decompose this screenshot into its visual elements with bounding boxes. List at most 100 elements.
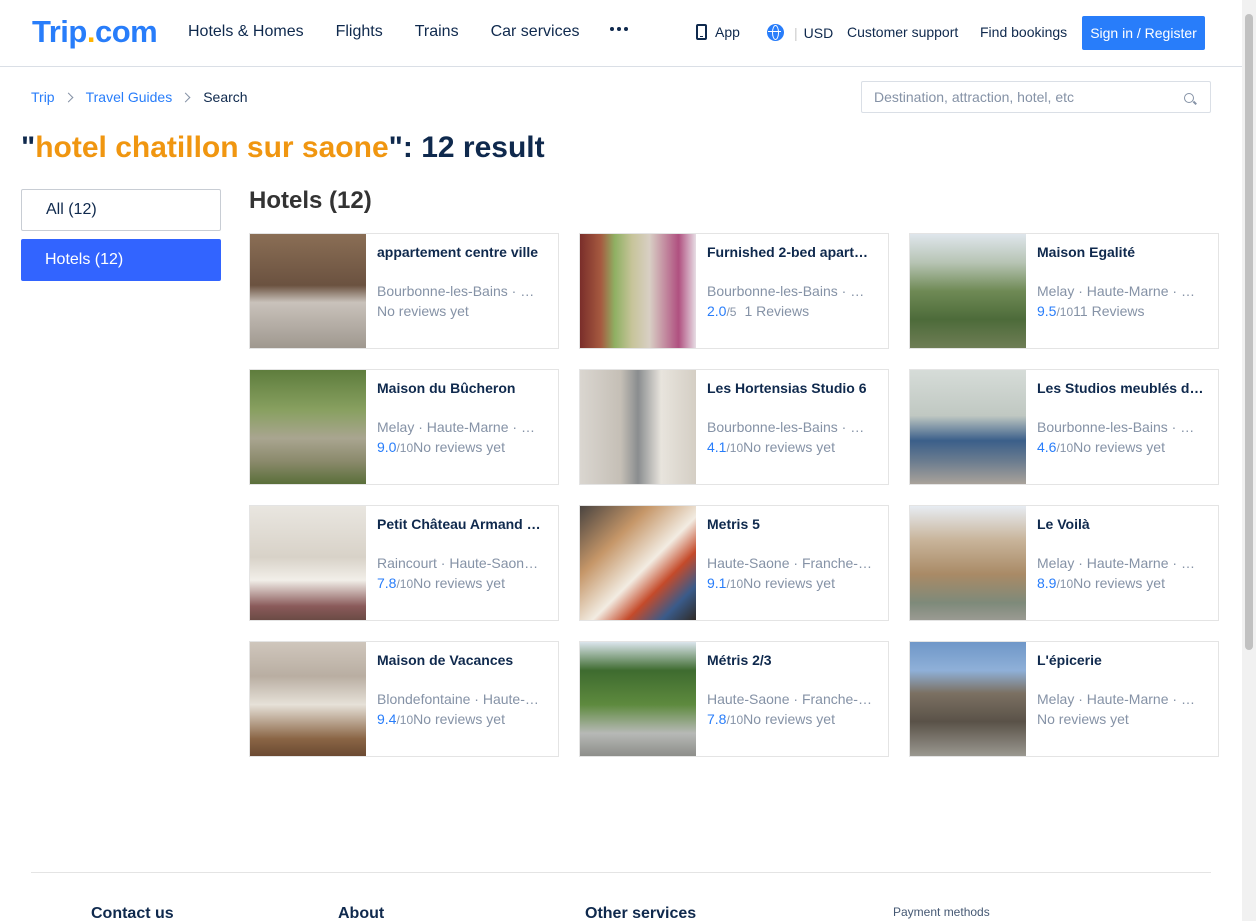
footer-other-services[interactable]: Other services: [585, 905, 696, 921]
hotel-location: Melay · Haute-Marne · Champagne: [1037, 555, 1204, 571]
hotel-card[interactable]: Furnished 2-bed apartment Bourbonne-les-B…: [579, 233, 889, 349]
rating-max: /10: [1056, 441, 1074, 455]
hotel-name[interactable]: Maison Egalité: [1037, 244, 1204, 262]
hotel-card[interactable]: Le Voilà Melay · Haute-Marne · Champagne 8…: [909, 505, 1219, 621]
globe-icon: [767, 24, 784, 41]
sign-in-register-button[interactable]: Sign in / Register: [1082, 16, 1205, 50]
hotel-rating: 9.5/1011 Reviews: [1037, 303, 1204, 319]
breadcrumb-trip[interactable]: Trip: [31, 89, 55, 105]
hotel-photo[interactable]: [250, 642, 366, 756]
breadcrumb: Trip Travel Guides Search: [31, 89, 248, 105]
hotel-card-body: Le Voilà Melay · Haute-Marne · Champagne 8…: [1026, 506, 1218, 620]
hotel-photo[interactable]: [250, 506, 366, 620]
hotel-card-body: Les Hortensias Studio 6 Bourbonne-les-Bai…: [696, 370, 888, 484]
hotel-location: Haute-Saone · Franche-Comte: [707, 555, 874, 571]
hotel-photo[interactable]: [580, 234, 696, 348]
hotel-name[interactable]: Petit Château Armand Gaston: [377, 516, 544, 534]
hotel-card[interactable]: Maison de Vacances Blondefontaine · Haute…: [249, 641, 559, 757]
customer-support-link[interactable]: Customer support: [847, 24, 958, 40]
rating-score: 9.4: [377, 711, 397, 727]
hotel-rating: 8.9/10No reviews yet: [1037, 575, 1204, 591]
hotel-photo[interactable]: [250, 234, 366, 348]
hotel-card[interactable]: Maison Egalité Melay · Haute-Marne · Cham…: [909, 233, 1219, 349]
hotel-name[interactable]: Les Studios meublés du Parc: [1037, 380, 1204, 398]
hotel-name[interactable]: Métris 2/3: [707, 652, 874, 670]
filter-all[interactable]: All (12): [21, 189, 221, 231]
hotel-photo[interactable]: [580, 370, 696, 484]
top-header: Trip.com Hotels & Homes Flights Trains C…: [0, 0, 1242, 67]
rating-score: 9.0: [377, 439, 397, 455]
hotel-location: Blondefontaine · Haute-Saone: [377, 691, 544, 707]
section-title: Hotels (12): [249, 187, 372, 214]
review-count: No reviews yet: [377, 303, 469, 319]
breadcrumb-current: Search: [203, 89, 248, 105]
hotel-name[interactable]: L'épicerie: [1037, 652, 1204, 670]
hotel-photo[interactable]: [910, 642, 1026, 756]
divider: |: [794, 24, 798, 41]
hotel-photo[interactable]: [250, 370, 366, 484]
hotel-card[interactable]: Métris 2/3 Haute-Saone · Franche-Comte 7.8…: [579, 641, 889, 757]
search-box: [861, 81, 1211, 113]
rating-score: 8.9: [1037, 575, 1057, 591]
nav-trains[interactable]: Trains: [415, 23, 459, 41]
hotel-card-body: Maison Egalité Melay · Haute-Marne · Cham…: [1026, 234, 1218, 348]
hotel-card[interactable]: Metris 5 Haute-Saone · Franche-Comte 9.1/1…: [579, 505, 889, 621]
hotel-name[interactable]: Maison de Vacances: [377, 652, 544, 670]
rating-max: /10: [1056, 305, 1074, 319]
search-input[interactable]: [862, 82, 1162, 112]
more-menu-icon[interactable]: [610, 27, 628, 31]
hotel-name[interactable]: appartement centre ville: [377, 244, 544, 262]
hotel-location: Bourbonne-les-Bains · Haute-Marne: [707, 283, 874, 299]
rating-max: /10: [726, 713, 744, 727]
hotel-card-body: Petit Château Armand Gaston Raincourt · H…: [366, 506, 558, 620]
chevron-right-icon: [180, 92, 191, 102]
hotel-card[interactable]: Maison du Bûcheron Melay · Haute-Marne · …: [249, 369, 559, 485]
nav-flights[interactable]: Flights: [336, 23, 383, 41]
hotel-photo[interactable]: [910, 370, 1026, 484]
hotel-photo[interactable]: [580, 642, 696, 756]
rating-score: 4.6: [1037, 439, 1057, 455]
nav-car-services[interactable]: Car services: [491, 23, 580, 41]
hotel-name[interactable]: Metris 5: [707, 516, 874, 534]
trip-logo[interactable]: Trip.com: [32, 14, 158, 50]
footer-about[interactable]: About: [338, 905, 384, 921]
hotel-photo[interactable]: [580, 506, 696, 620]
review-count: 1 Reviews: [744, 303, 810, 319]
rating-max: /10: [396, 441, 414, 455]
review-count: No reviews yet: [743, 439, 835, 455]
find-bookings-link[interactable]: Find bookings: [980, 24, 1067, 40]
search-keyword: hotel chatillon sur saone: [35, 131, 389, 164]
scrollbar-thumb[interactable]: [1245, 14, 1253, 650]
hotel-location: Bourbonne-les-Bains · Haute-Marne: [1037, 419, 1204, 435]
hotel-rating: 2.0/5 1 Reviews: [707, 303, 874, 319]
filter-hotels[interactable]: Hotels (12): [21, 239, 221, 281]
breadcrumb-travel-guides[interactable]: Travel Guides: [86, 89, 173, 105]
hotel-card-body: Maison du Bûcheron Melay · Haute-Marne · …: [366, 370, 558, 484]
review-count: No reviews yet: [743, 575, 835, 591]
hotel-name[interactable]: Maison du Bûcheron: [377, 380, 544, 398]
search-icon[interactable]: [1184, 93, 1194, 103]
hotel-rating: 7.8/10No reviews yet: [707, 711, 874, 727]
hotel-name[interactable]: Furnished 2-bed apartment: [707, 244, 874, 262]
hotel-rating: 4.1/10No reviews yet: [707, 439, 874, 455]
rating-score: 9.1: [707, 575, 727, 591]
hotel-photo[interactable]: [910, 234, 1026, 348]
footer-contact-us[interactable]: Contact us: [91, 905, 174, 921]
rating-score: 2.0: [707, 303, 727, 319]
hotel-card[interactable]: Les Studios meublés du Parc Bourbonne-les…: [909, 369, 1219, 485]
hotel-card[interactable]: Petit Château Armand Gaston Raincourt · H…: [249, 505, 559, 621]
rating-score: 7.8: [377, 575, 397, 591]
hotel-name[interactable]: Le Voilà: [1037, 516, 1204, 534]
hotel-card[interactable]: L'épicerie Melay · Haute-Marne · Champagn…: [909, 641, 1219, 757]
phone-icon: [696, 24, 707, 40]
hotel-photo[interactable]: [910, 506, 1026, 620]
app-link[interactable]: App: [696, 24, 740, 40]
hotel-card[interactable]: Les Hortensias Studio 6 Bourbonne-les-Bai…: [579, 369, 889, 485]
page-scrollbar[interactable]: [1242, 0, 1256, 921]
hotel-location: Bourbonne-les-Bains · Haute-Marne: [707, 419, 874, 435]
hotel-card-body: Les Studios meublés du Parc Bourbonne-les…: [1026, 370, 1218, 484]
currency-selector[interactable]: | USD: [767, 24, 833, 41]
hotel-name[interactable]: Les Hortensias Studio 6: [707, 380, 874, 398]
hotel-card[interactable]: appartement centre ville Bourbonne-les-Ba…: [249, 233, 559, 349]
nav-hotels-homes[interactable]: Hotels & Homes: [188, 23, 304, 41]
